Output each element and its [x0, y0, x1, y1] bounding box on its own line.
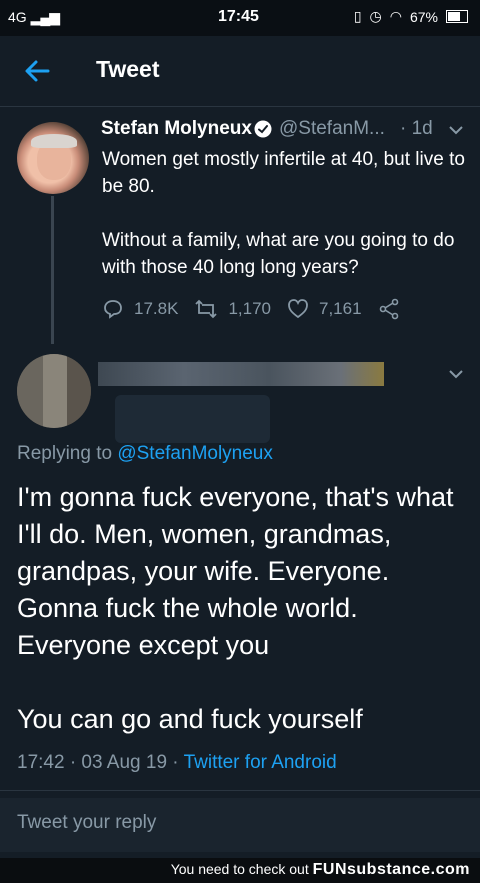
retweet-button[interactable]: 1,170 [194, 298, 271, 320]
verified-badge-icon [254, 120, 272, 138]
mention-link[interactable]: @StefanMolyneux [117, 443, 273, 464]
reply-text: I'm gonna fuck everyone, that's what I'l… [17, 479, 467, 775]
reply-count: 17.8K [134, 299, 179, 318]
author-avatar[interactable] [17, 122, 89, 194]
share-icon [379, 298, 398, 320]
tweet-age: · 1d [400, 118, 433, 139]
replier-avatar[interactable] [17, 354, 91, 428]
retweet-icon [195, 299, 218, 319]
redacted-name [98, 362, 384, 386]
watermark-bar: You need to check out FUNsubstance.com [0, 858, 480, 883]
reply-input[interactable]: Tweet your reply [0, 798, 480, 852]
status-bar: 4G ▂▄▆ 17:45 ▯ ◷ ◠ 67% [0, 0, 480, 36]
tweet-paragraph: Women get mostly infertile at 40, but li… [102, 149, 465, 197]
status-time: 17:45 [218, 8, 259, 25]
battery-percent: 67% [409, 8, 438, 25]
thread-connector [51, 196, 54, 344]
tweet-paragraph: Without a family, what are you going to … [102, 230, 455, 278]
share-button[interactable] [378, 298, 410, 320]
divider [0, 790, 480, 791]
reply-timestamp: 17:42 · 03 Aug 19 · [17, 752, 184, 773]
retweet-count: 1,170 [228, 299, 271, 318]
vibrate-icon: ▯ [353, 8, 362, 24]
top-bar: Tweet [0, 36, 480, 107]
reply-button[interactable]: 17.8K [102, 298, 178, 320]
back-arrow-icon[interactable] [22, 56, 52, 86]
wifi-icon: ◠ [389, 8, 402, 24]
reply-icon [104, 300, 122, 319]
reply-meta: 17:42 · 03 Aug 19 · Twitter for Android [17, 752, 337, 774]
status-icons: ▯ ◷ ◠ 67% [354, 8, 468, 25]
reply-placeholder: Tweet your reply [17, 812, 157, 833]
watermark-text: You need to check out FUNsubstance.com [170, 861, 470, 878]
chevron-down-icon[interactable] [448, 368, 464, 380]
author-name[interactable]: Stefan Molyneux [101, 118, 252, 140]
like-button[interactable]: 7,161 [287, 298, 362, 320]
redacted-detail [115, 395, 270, 443]
battery-icon [446, 10, 468, 23]
tweet-text: Women get mostly infertile at 40, but li… [102, 146, 472, 308]
page-title: Tweet [96, 56, 160, 82]
like-icon [288, 299, 308, 319]
source-link[interactable]: Twitter for Android [184, 752, 337, 773]
chevron-down-icon[interactable] [448, 124, 464, 136]
author-handle[interactable]: @StefanM... [279, 118, 385, 140]
tweet-actions: 17.8K 1,170 7,161 [102, 298, 426, 320]
replying-to: Replying to @StefanMolyneux [17, 443, 273, 464]
alarm-icon: ◷ [369, 8, 382, 24]
reply-paragraph: I'm gonna fuck everyone, that's what I'l… [17, 482, 454, 660]
like-count: 7,161 [318, 299, 362, 318]
watermark-brand: FUNsubstance.com [312, 861, 470, 878]
network-indicator: 4G ▂▄▆ [8, 9, 60, 25]
reply-paragraph: You can go and fuck yourself [17, 704, 363, 734]
